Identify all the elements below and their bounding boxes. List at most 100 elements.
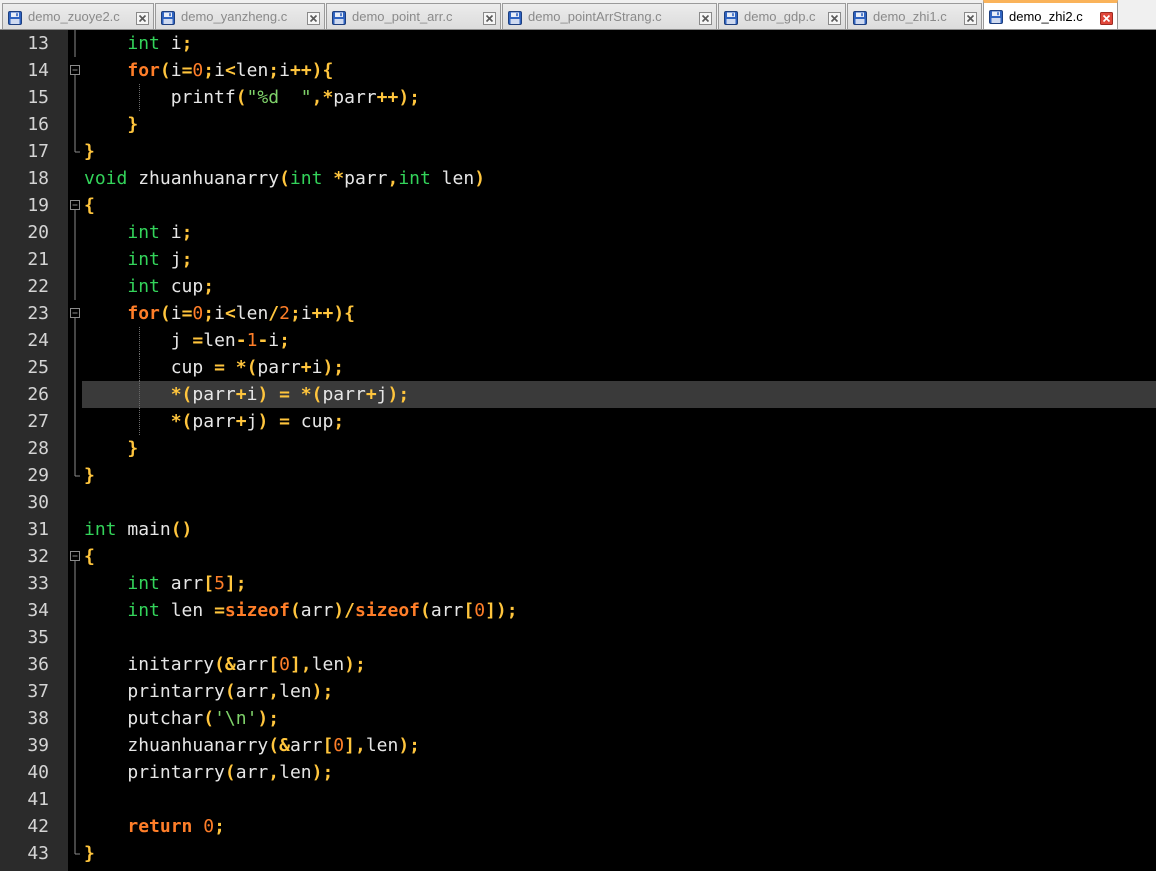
tab-demo-zuoye2-c[interactable]: demo_zuoye2.c (2, 3, 154, 29)
code-line[interactable]: 23 for(i=0;i<len/2;i++){ (0, 300, 1156, 327)
code-line-content[interactable]: for(i=0;i<len/2;i++){ (82, 300, 1156, 327)
tab-demo-point-arr-c[interactable]: demo_point_arr.c (326, 3, 501, 29)
code-line-content[interactable] (82, 624, 1156, 651)
code-line-content[interactable]: return 0; (82, 813, 1156, 840)
code-line-content[interactable]: putchar('\n'); (82, 705, 1156, 732)
code-line[interactable]: 13 int i; (0, 30, 1156, 57)
code-line[interactable]: 25 cup = *(parr+i); (0, 354, 1156, 381)
code-line-content[interactable]: } (82, 138, 1156, 165)
code-line[interactable]: 32 { (0, 543, 1156, 570)
code-line[interactable]: 22 int cup; (0, 273, 1156, 300)
tab-demo-gdp-c[interactable]: demo_gdp.c (718, 3, 846, 29)
code-line[interactable]: 39 zhuanhuanarry(&arr[0],len); (0, 732, 1156, 759)
code-line[interactable]: 15 printf("%d ",*parr++); (0, 84, 1156, 111)
code-line-content[interactable] (82, 786, 1156, 813)
code-line-content[interactable]: initarry(&arr[0],len); (82, 651, 1156, 678)
code-line[interactable]: 33 int arr[5]; (0, 570, 1156, 597)
code-line[interactable]: 29} (0, 462, 1156, 489)
code-text: int i; (84, 219, 192, 246)
fold-toggle-icon[interactable] (68, 300, 82, 327)
code-line[interactable]: 40 printarry(arr,len); (0, 759, 1156, 786)
code-editor[interactable]: 13 int i; 14 for(i=0;i<len;i++){15 printf… (0, 30, 1156, 871)
code-token: ( (289, 600, 301, 621)
close-icon[interactable] (483, 10, 496, 25)
code-line[interactable]: 19 { (0, 192, 1156, 219)
close-icon[interactable] (1100, 10, 1113, 25)
code-line[interactable]: 35 (0, 624, 1156, 651)
code-line[interactable]: 24 j =len-1-i; (0, 327, 1156, 354)
code-line[interactable]: 20 int i; (0, 219, 1156, 246)
code-line-content[interactable]: printarry(arr,len); (82, 759, 1156, 786)
code-line[interactable]: 26 *(parr+i) = *(parr+j); (0, 381, 1156, 408)
code-line-content[interactable]: cup = *(parr+i); (82, 354, 1156, 381)
code-line[interactable]: 36 initarry(&arr[0],len); (0, 651, 1156, 678)
code-token: { (84, 546, 95, 567)
code-line-content[interactable]: } (82, 111, 1156, 138)
code-line-content[interactable]: int i; (82, 219, 1156, 246)
code-line[interactable]: 41 (0, 786, 1156, 813)
code-line-content[interactable]: int main() (82, 516, 1156, 543)
code-line-content[interactable]: int arr[5]; (82, 570, 1156, 597)
code-line-content[interactable]: int i; (82, 30, 1156, 57)
code-token: zhuanhuanarry (127, 168, 280, 189)
code-token: ); (398, 735, 421, 756)
code-line-content[interactable]: } (82, 462, 1156, 489)
tab-demo-pointarrstrang-c[interactable]: demo_pointArrStrang.c (502, 3, 717, 29)
code-line[interactable]: 43} (0, 840, 1156, 867)
code-line[interactable]: 21 int j; (0, 246, 1156, 273)
code-line-content[interactable]: for(i=0;i<len;i++){ (82, 57, 1156, 84)
close-icon[interactable] (964, 10, 977, 25)
code-line[interactable]: 37 printarry(arr,len); (0, 678, 1156, 705)
code-line-content[interactable]: void zhuanhuanarry(int *parr,int len) (82, 165, 1156, 192)
code-line-content[interactable]: { (82, 192, 1156, 219)
code-line-content[interactable]: *(parr+j) = cup; (82, 408, 1156, 435)
code-line[interactable]: 28 } (0, 435, 1156, 462)
code-line-content[interactable]: } (82, 435, 1156, 462)
code-text: int arr[5]; (84, 570, 247, 597)
code-line[interactable]: 27 *(parr+j) = cup; (0, 408, 1156, 435)
code-line[interactable]: 31 int main() (0, 516, 1156, 543)
code-line-content[interactable]: j =len-1-i; (82, 327, 1156, 354)
code-line-content[interactable]: printf("%d ",*parr++); (82, 84, 1156, 111)
code-token: int (127, 600, 160, 621)
line-number: 34 (27, 600, 49, 621)
code-line[interactable]: 30 (0, 489, 1156, 516)
code-line[interactable]: 14 for(i=0;i<len;i++){ (0, 57, 1156, 84)
fold-guide (68, 597, 82, 624)
code-line-content[interactable]: *(parr+i) = *(parr+j); (82, 381, 1156, 408)
code-line-content[interactable]: int cup; (82, 273, 1156, 300)
code-line[interactable]: 42 return 0; (0, 813, 1156, 840)
close-icon[interactable] (136, 10, 149, 25)
tab-demo-yanzheng-c[interactable]: demo_yanzheng.c (155, 3, 325, 29)
code-token: + (365, 384, 377, 405)
code-line[interactable]: 17} (0, 138, 1156, 165)
code-line-content[interactable]: int j; (82, 246, 1156, 273)
save-icon (8, 10, 22, 25)
code-line[interactable]: 38 putchar('\n'); (0, 705, 1156, 732)
code-line-content[interactable]: int len =sizeof(arr)/sizeof(arr[0]); (82, 597, 1156, 624)
fold-toggle-icon[interactable] (68, 543, 82, 570)
code-text: *(parr+i) = *(parr+j); (84, 381, 410, 408)
tab-demo-zhi2-c[interactable]: demo_zhi2.c (983, 0, 1118, 29)
code-line-content[interactable]: { (82, 543, 1156, 570)
code-line-content[interactable]: printarry(arr,len); (82, 678, 1156, 705)
code-line-content[interactable] (82, 489, 1156, 516)
code-token: ; (181, 249, 193, 270)
code-line[interactable]: 16 } (0, 111, 1156, 138)
code-line-content[interactable]: zhuanhuanarry(&arr[0],len); (82, 732, 1156, 759)
code-line[interactable]: 34 int len =sizeof(arr)/sizeof(arr[0]); (0, 597, 1156, 624)
code-token: ]; (224, 573, 247, 594)
code-token: * (333, 168, 345, 189)
fold-toggle-icon[interactable] (68, 57, 82, 84)
tab-demo-zhi1-c[interactable]: demo_zhi1.c (847, 3, 982, 29)
close-icon[interactable] (699, 10, 712, 25)
code-text: printarry(arr,len); (84, 759, 333, 786)
close-icon[interactable] (307, 10, 320, 25)
fold-toggle-icon[interactable] (68, 192, 82, 219)
close-icon[interactable] (828, 10, 841, 25)
code-line-content[interactable]: } (82, 840, 1156, 867)
code-line[interactable]: 18 void zhuanhuanarry(int *parr,int len) (0, 165, 1156, 192)
